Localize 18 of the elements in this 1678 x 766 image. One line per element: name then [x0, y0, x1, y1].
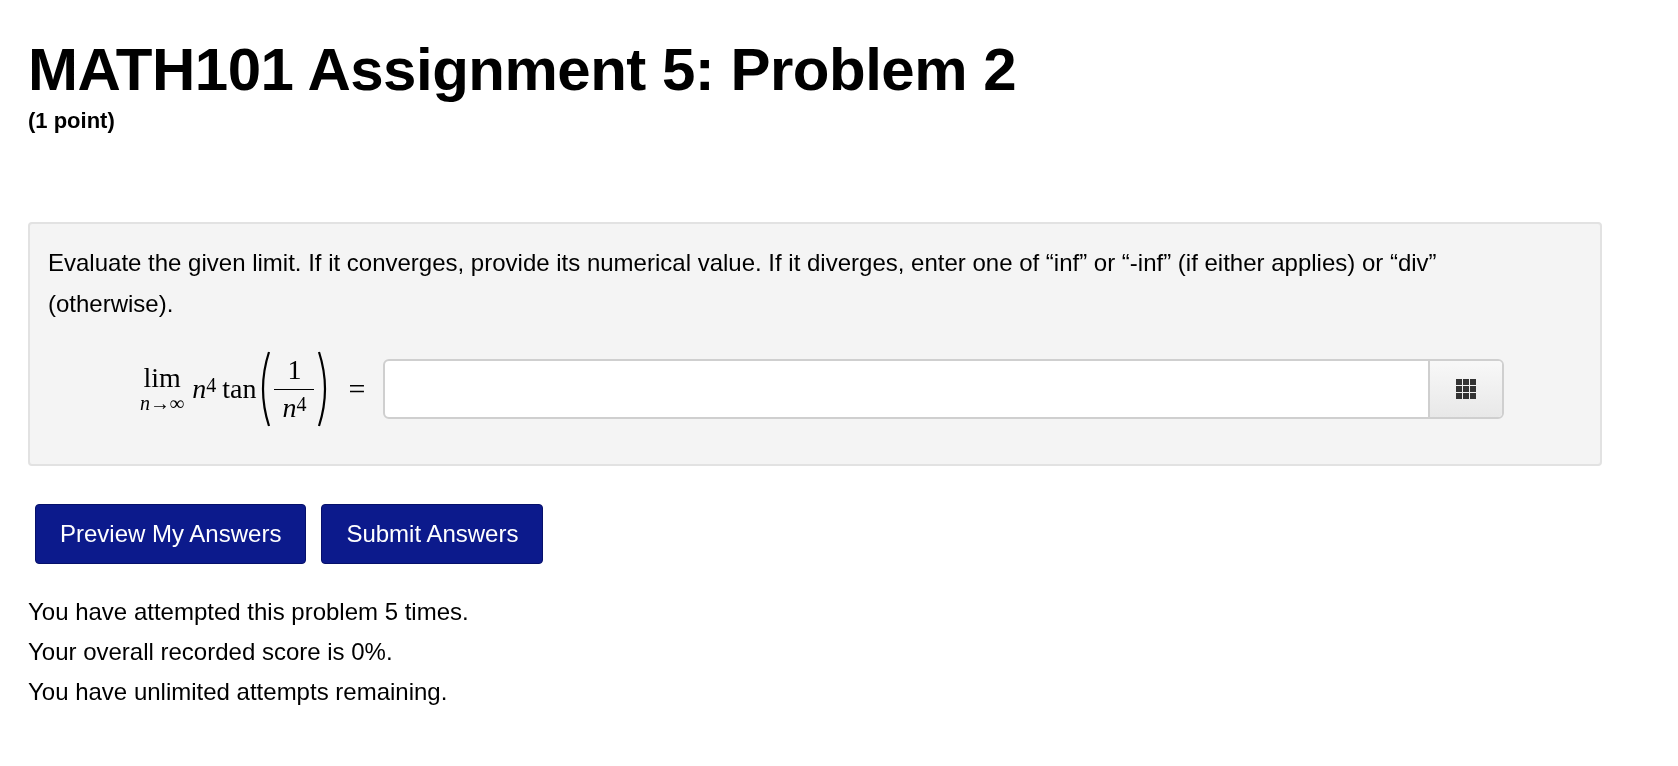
preview-button[interactable]: Preview My Answers — [35, 504, 307, 564]
grid-icon — [1456, 379, 1476, 399]
math-function: tan — [222, 375, 257, 403]
status-line: You have unlimited attempts remaining. — [28, 677, 448, 707]
status-line: Your overall recorded score is 0%. — [28, 637, 393, 667]
problem-statement: Evaluate the given limit. If it converges, provide its numerical value. If it diverges, enter one of “inf” or “-inf” (if either applies) or “div” (otherwise). — [48, 248, 1438, 319]
status-line: You have attempted this problem 5 times. — [28, 597, 469, 627]
equals-sign: = — [348, 372, 366, 406]
submit-button[interactable]: Submit Answers — [321, 504, 544, 564]
page-title: MATH101 Assignment 5: Problem 2 — [28, 35, 1017, 105]
limit-operator: lim — [143, 364, 181, 392]
keypad-button[interactable] — [1428, 361, 1502, 417]
fraction-numerator: 1 — [286, 356, 303, 387]
math-exponent: 4 — [206, 375, 217, 395]
math-variable: n — [192, 375, 207, 403]
points-label: (1 point) — [28, 108, 115, 134]
limit-subscript: n→∞ — [140, 392, 185, 414]
answer-field[interactable] — [383, 359, 1504, 419]
